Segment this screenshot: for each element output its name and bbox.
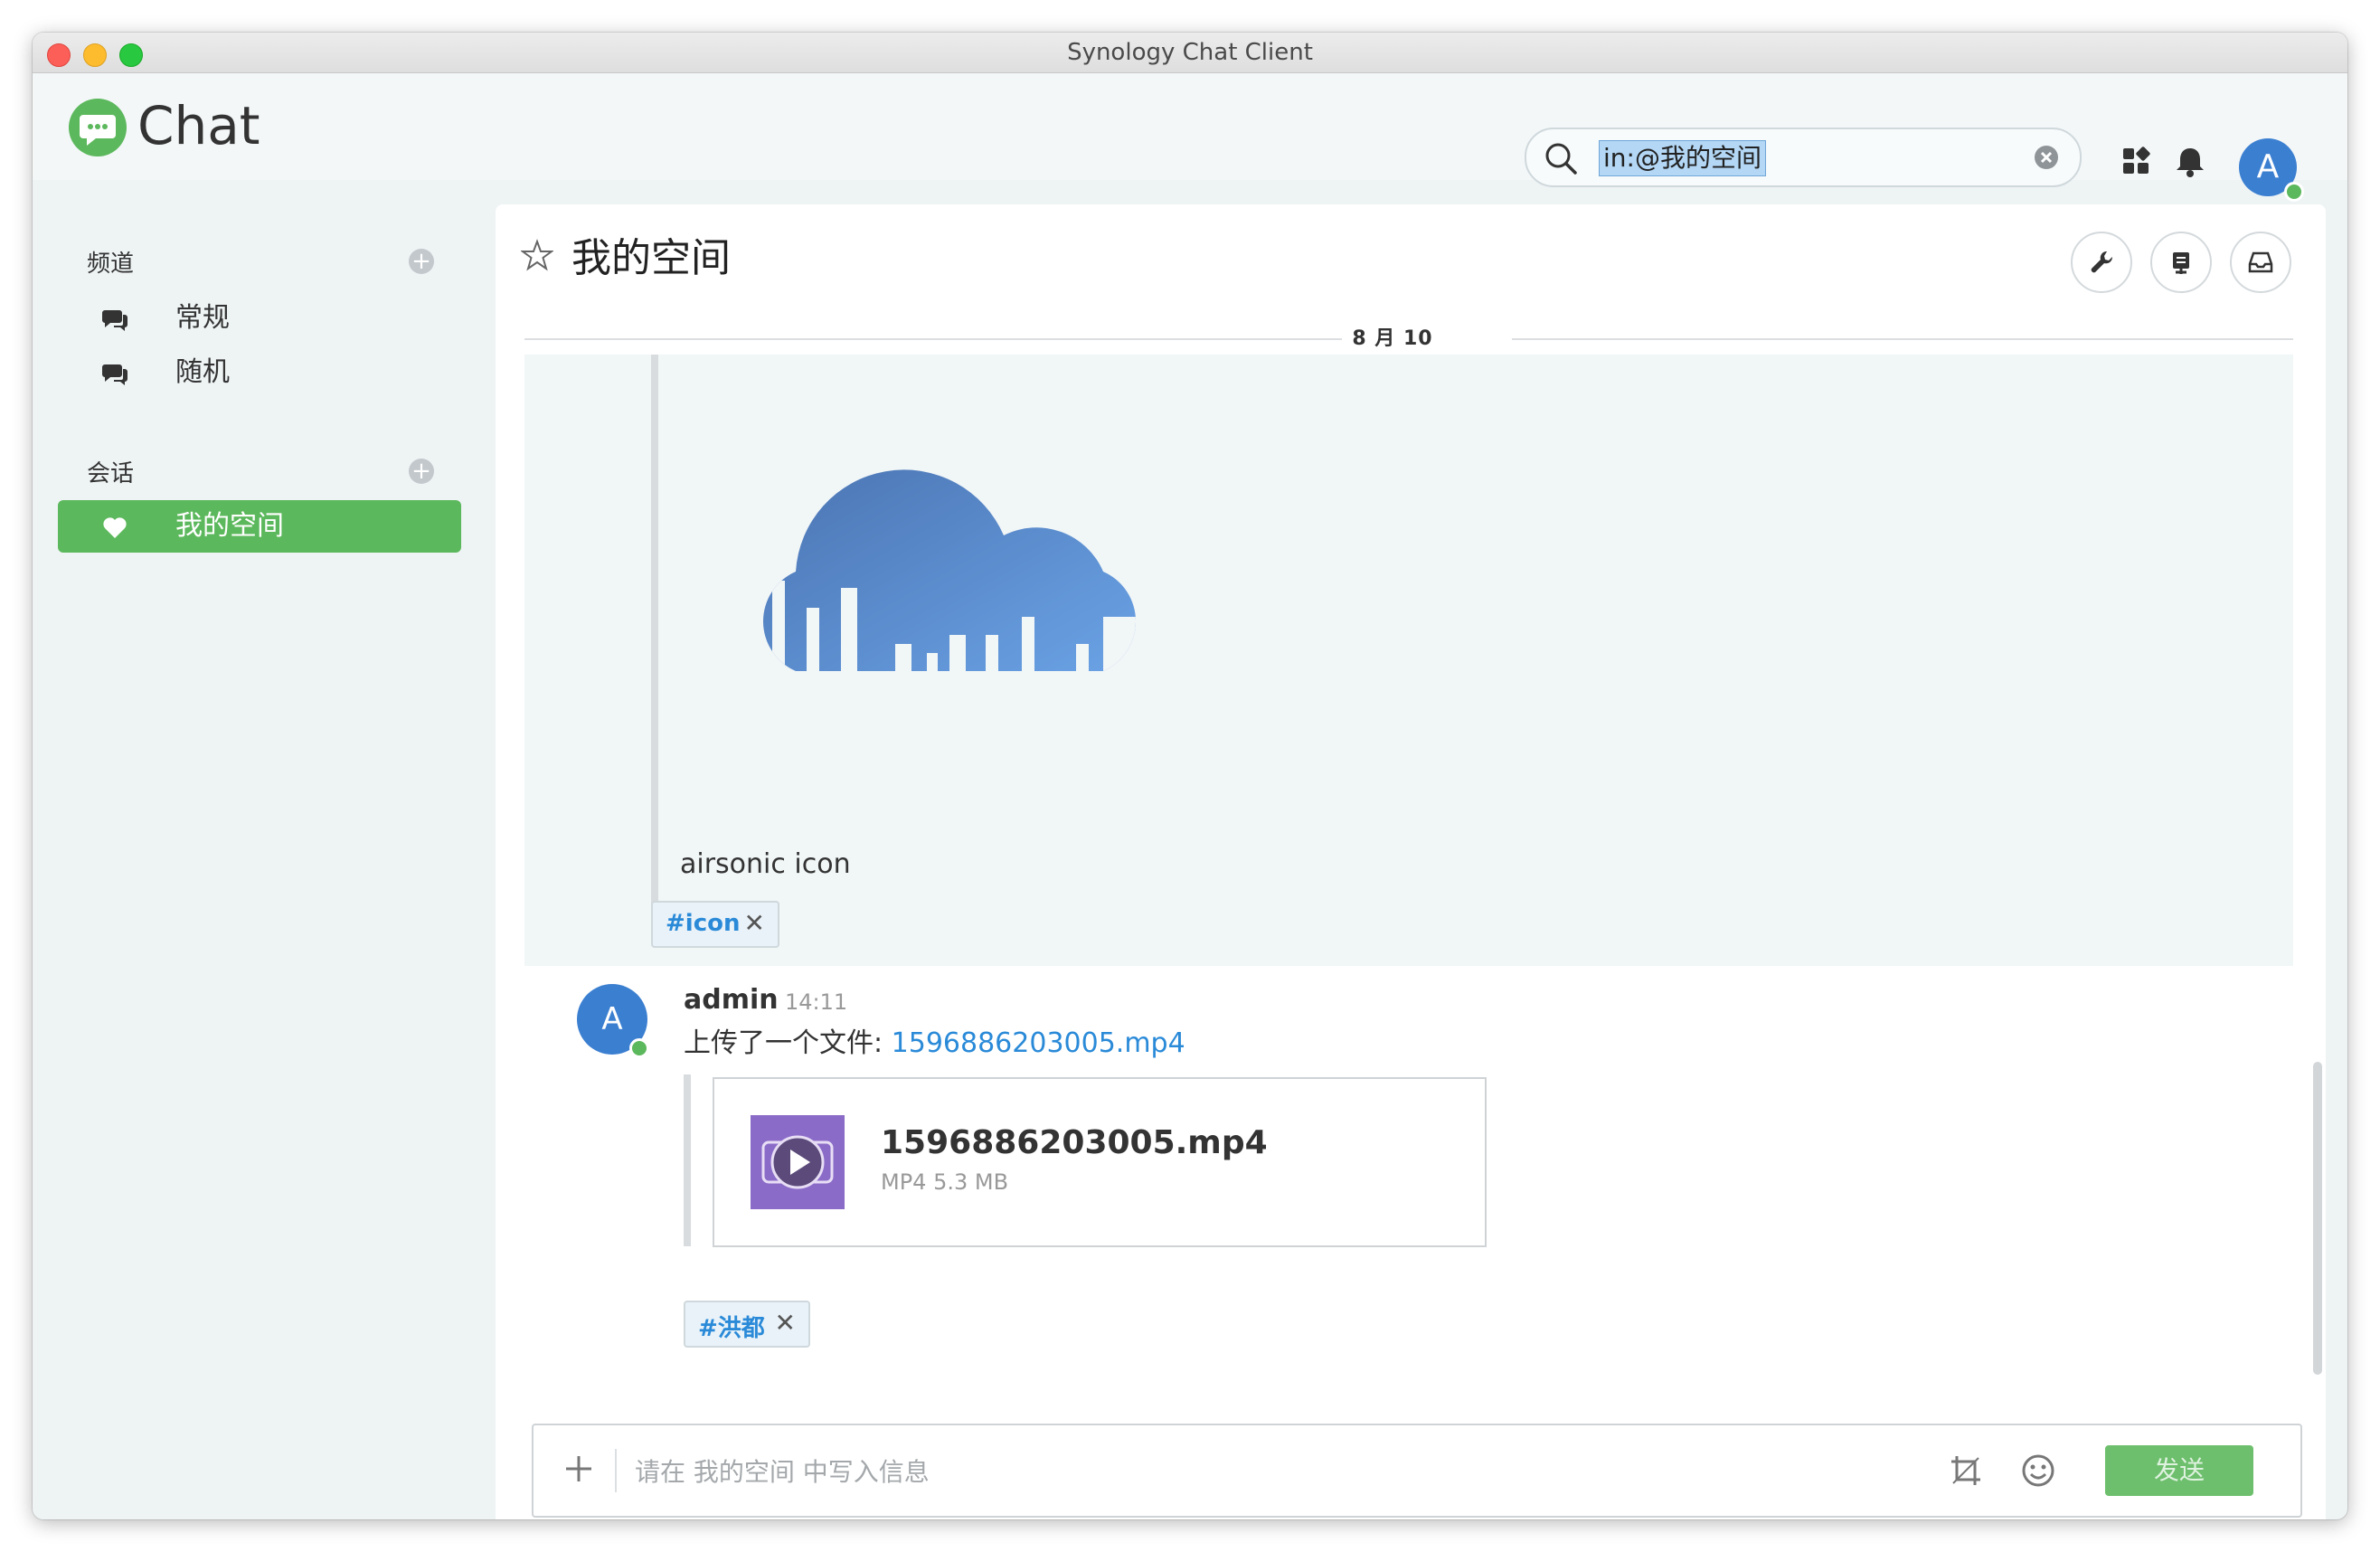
wrench-icon (2091, 251, 2113, 273)
app-header: Chat in:@我的空间 A (33, 73, 2347, 202)
message-text-prefix: 上传了一个文件: (684, 1027, 892, 1059)
add-conversation-button[interactable]: + (409, 459, 434, 484)
search-input[interactable]: in:@我的空间 (1599, 140, 1766, 176)
inbox-icon (2248, 251, 2273, 273)
message-bookmark-result[interactable]: airsonic icon #icon ✕ (524, 355, 2293, 966)
bell-icon[interactable] (2172, 143, 2208, 179)
settings-button[interactable] (2071, 232, 2132, 293)
conversations-section-title: 会话 (87, 460, 135, 487)
chat-logo-icon (69, 99, 127, 156)
search-box[interactable]: in:@我的空间 (1525, 128, 2082, 187)
message-author[interactable]: admin (684, 984, 779, 1016)
channel-icon (102, 310, 128, 331)
sidebar-item-label: 我的空间 (175, 510, 284, 542)
message-composer: 发送 (532, 1424, 2302, 1518)
hashtag-label: #洪都 (698, 1315, 765, 1342)
app-window: Synology Chat Client Chat in:@我的空间 A 频道 … (33, 33, 2347, 1519)
message-time: 14:11 (785, 989, 848, 1015)
quote-bar (684, 1074, 691, 1246)
sidebar-item-label: 常规 (175, 302, 230, 334)
online-status-dot (629, 1038, 649, 1058)
send-button[interactable]: 发送 (2105, 1445, 2253, 1496)
clear-search-icon[interactable] (2033, 144, 2060, 171)
file-link[interactable]: 1596886203005.mp4 (892, 1027, 1185, 1059)
image-caption: airsonic icon (680, 848, 851, 880)
hashtag-label: #icon (666, 910, 741, 937)
inbox-button[interactable] (2230, 232, 2291, 293)
search-icon (1545, 143, 1577, 175)
message-input[interactable] (633, 1449, 1884, 1494)
online-status-dot (2284, 182, 2304, 202)
composer-divider (615, 1449, 617, 1492)
chat-panel: 我的空间 8 月 10 日 (496, 204, 2326, 1519)
file-name: 1596886203005.mp4 (881, 1124, 1268, 1161)
heart-icon (103, 517, 127, 538)
add-channel-button[interactable]: + (409, 249, 434, 274)
hashtag-chip[interactable]: #icon ✕ (651, 901, 779, 948)
file-attachment-card[interactable]: 1596886203005.mp4 MP4 5.3 MB (713, 1077, 1487, 1247)
pin-board-icon (2173, 252, 2189, 274)
sidebar-item-channel[interactable]: 随机 (58, 346, 461, 399)
sidebar: 频道 + 常规 随机 会话 + 我的空间 (33, 180, 494, 1519)
airsonic-icon (762, 469, 1137, 671)
file-meta: MP4 5.3 MB (881, 1169, 1009, 1195)
window-title: Synology Chat Client (1067, 39, 1313, 66)
star-icon[interactable] (521, 239, 553, 271)
hashtag-chip[interactable]: #洪都 ✕ (684, 1301, 810, 1348)
room-title: 我的空间 (571, 235, 731, 281)
pinned-messages-button[interactable] (2150, 232, 2212, 293)
app-name: Chat (137, 95, 260, 156)
sidebar-item-label: 随机 (175, 356, 230, 388)
date-divider-line (524, 338, 1342, 340)
channel-icon (102, 364, 128, 385)
crop-icon[interactable] (1948, 1453, 1984, 1489)
channels-section-title: 频道 (87, 251, 135, 278)
add-attachment-icon[interactable] (561, 1451, 597, 1487)
apps-grid-icon[interactable] (2118, 143, 2154, 179)
video-file-icon (751, 1115, 845, 1209)
message-text: 上传了一个文件: 1596886203005.mp4 (684, 1020, 1185, 1060)
remove-tag-icon[interactable]: ✕ (744, 908, 765, 938)
scrollbar-thumb[interactable] (2313, 1062, 2322, 1375)
quote-bar (651, 355, 658, 915)
date-divider-line (1512, 338, 2293, 340)
title-bar[interactable]: Synology Chat Client (33, 33, 2347, 73)
emoji-icon[interactable] (2020, 1453, 2056, 1489)
sidebar-item-channel[interactable]: 常规 (58, 292, 461, 345)
remove-tag-icon[interactable]: ✕ (775, 1308, 796, 1338)
sidebar-item-my-space[interactable]: 我的空间 (58, 500, 461, 553)
